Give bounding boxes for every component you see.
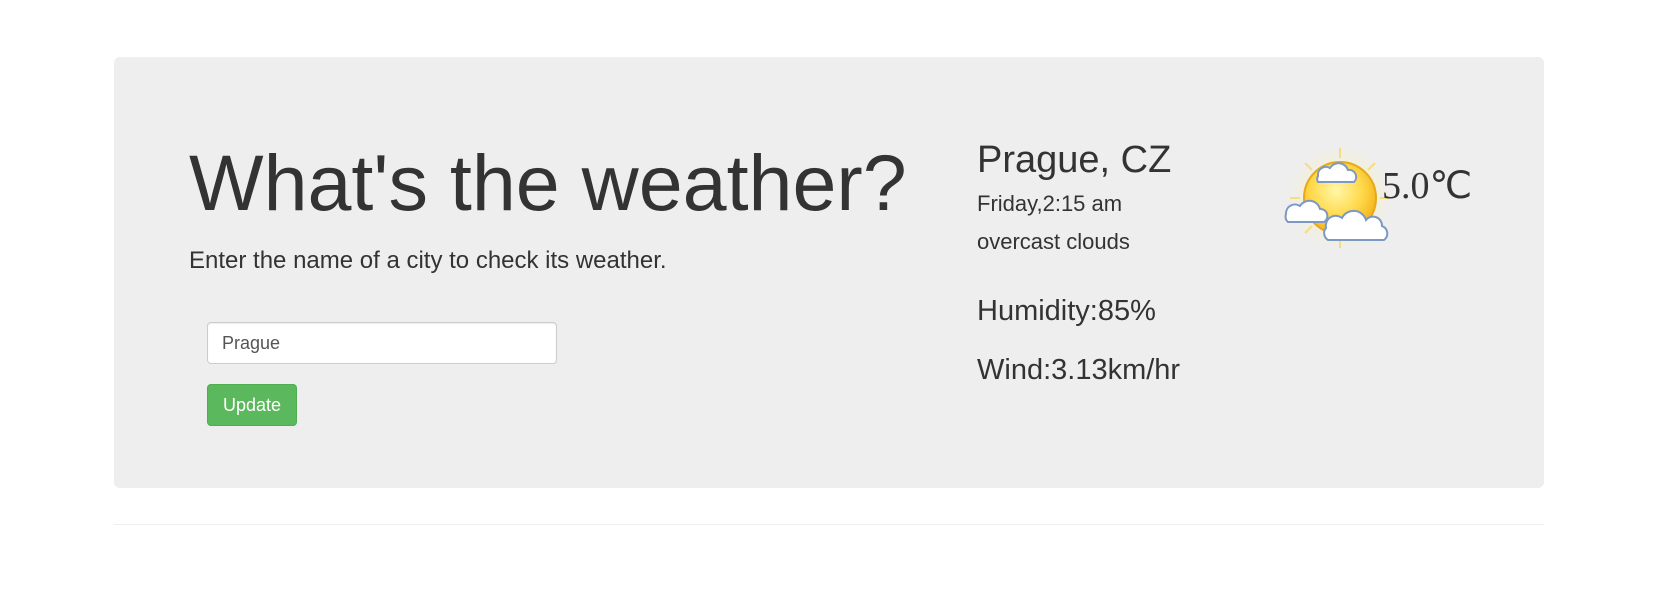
weather-description: overcast clouds (977, 229, 1130, 254)
page-subtitle: Enter the name of a city to check its we… (189, 247, 667, 274)
page-title: What's the weather? (189, 138, 907, 227)
city-name: Prague, CZ (977, 139, 1172, 181)
divider (114, 524, 1544, 525)
city-input[interactable] (207, 322, 557, 364)
weather-panel: What's the weather? Enter the name of a … (114, 57, 1544, 488)
wind: Wind:3.13km/hr (977, 354, 1181, 386)
humidity: Humidity:85% (977, 295, 1156, 327)
update-button[interactable]: Update (207, 384, 297, 426)
datetime: Friday,2:15 am (977, 191, 1123, 216)
temperature: 5.0℃ (1382, 165, 1473, 207)
